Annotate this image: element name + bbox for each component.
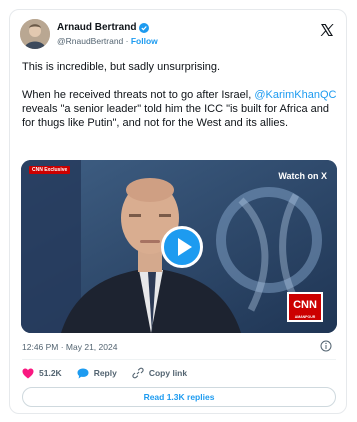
- author-handle[interactable]: @RnaudBertrand: [57, 36, 123, 46]
- tweet-card: Arnaud Bertrand @RnaudBertrand · Follow …: [9, 9, 347, 414]
- tweet-text-before-mention: When he received threats not to go after…: [22, 89, 255, 101]
- copy-link-button[interactable]: Copy link: [132, 367, 187, 379]
- author-block: Arnaud Bertrand @RnaudBertrand · Follow: [57, 21, 158, 46]
- reply-label: Reply: [93, 368, 117, 378]
- like-button[interactable]: 51.2K: [22, 368, 62, 379]
- heart-icon: [22, 368, 34, 378]
- handle-separator: ·: [123, 36, 131, 46]
- tweet-text: This is incredible, but sadly unsurprisi…: [22, 60, 338, 130]
- copy-link-label: Copy link: [148, 368, 188, 378]
- cnn-logo: CNN AMANPOUR: [287, 292, 323, 322]
- avatar[interactable]: [20, 19, 50, 49]
- cnn-logo-text: CNN: [293, 299, 317, 311]
- video-player[interactable]: CNN Exclusive Watch on X CNN AMANPOUR: [21, 160, 337, 333]
- mention-link[interactable]: @KarimKhanQC: [254, 89, 336, 101]
- tweet-header: Arnaud Bertrand @RnaudBertrand · Follow: [20, 17, 338, 53]
- cnn-show-name: AMANPOUR: [294, 315, 316, 319]
- link-icon: [132, 367, 144, 379]
- reply-bubble-icon: [77, 368, 89, 378]
- author-name[interactable]: Arnaud Bertrand: [57, 22, 136, 33]
- play-icon[interactable]: [161, 226, 203, 268]
- tweet-paragraph-2: When he received threats not to go after…: [22, 88, 338, 130]
- reply-button[interactable]: Reply: [77, 368, 117, 379]
- video-tag: CNN Exclusive: [29, 166, 71, 174]
- verified-badge-icon: [139, 22, 150, 33]
- read-replies-button[interactable]: Read 1.3K replies: [22, 387, 336, 407]
- handle-row: @RnaudBertrand · Follow: [57, 36, 158, 46]
- x-logo-icon[interactable]: [320, 23, 334, 37]
- watch-on-x-label[interactable]: Watch on X: [278, 171, 327, 181]
- follow-link[interactable]: Follow: [131, 36, 158, 46]
- info-icon[interactable]: [320, 340, 332, 352]
- divider: [22, 359, 336, 360]
- tweet-paragraph-1: This is incredible, but sadly unsurprisi…: [22, 61, 221, 73]
- tweet-text-after-mention: reveals "a senior leader" told him the I…: [22, 103, 330, 129]
- like-count: 51.2K: [39, 368, 62, 378]
- tweet-actions: 51.2K Reply Copy link: [22, 366, 202, 380]
- tweet-timestamp[interactable]: 12:46 PM · May 21, 2024: [22, 342, 117, 352]
